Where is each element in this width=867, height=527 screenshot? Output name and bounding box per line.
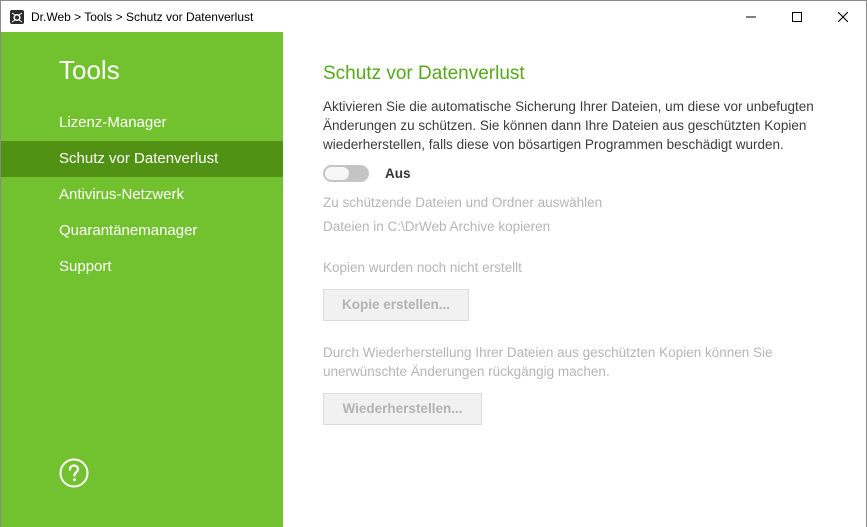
copy-status-text: Kopien wurden noch nicht erstellt [323,260,522,275]
toggle-knob [325,167,349,180]
sidebar: Tools Lizenz-Manager Schutz vor Datenver… [1,32,283,527]
close-button[interactable] [820,1,866,32]
question-circle-icon[interactable] [59,458,89,488]
sidebar-item-antivirus-netzwerk[interactable]: Antivirus-Netzwerk [1,177,283,213]
sidebar-title: Tools [59,55,120,85]
restore-button[interactable]: Wiederherstellen... [323,393,482,425]
maximize-button[interactable] [774,1,820,32]
drweb-spider-icon[interactable] [9,9,25,25]
main-content: Schutz vor Datenverlust Aktivieren Sie d… [283,32,866,527]
sidebar-item-quarantaenemanager[interactable]: Quarantänemanager [1,213,283,249]
select-files-link[interactable]: Zu schützende Dateien und Ordner auswähl… [323,193,602,212]
title-bar[interactable]: Dr.Web > Tools > Schutz vor Datenverlust [1,1,866,32]
page-title: Schutz vor Datenverlust [323,63,525,84]
restore-description: Durch Wiederherstellung Ihrer Dateien au… [323,345,773,379]
create-copy-button[interactable]: Kopie erstellen... [323,289,469,321]
protection-toggle[interactable] [323,165,369,182]
minimize-icon [746,16,756,17]
maximize-icon [792,11,802,22]
window-title: Dr.Web > Tools > Schutz vor Datenverlust [31,10,254,24]
sidebar-item-support[interactable]: Support [1,249,283,285]
toggle-state-label: Aus [385,166,411,181]
sidebar-item-lizenz-manager[interactable]: Lizenz-Manager [1,105,283,141]
app-window: Dr.Web > Tools > Schutz vor Datenverlust… [0,0,867,527]
sidebar-item-schutz-vor-datenverlust[interactable]: Schutz vor Datenverlust [1,141,283,177]
minimize-button[interactable] [728,1,774,32]
close-icon [838,11,848,22]
page-description: Aktivieren Sie die automatische Sicherun… [323,99,814,152]
copy-destination-link[interactable]: Dateien in C:\DrWeb Archive kopieren [323,217,550,236]
